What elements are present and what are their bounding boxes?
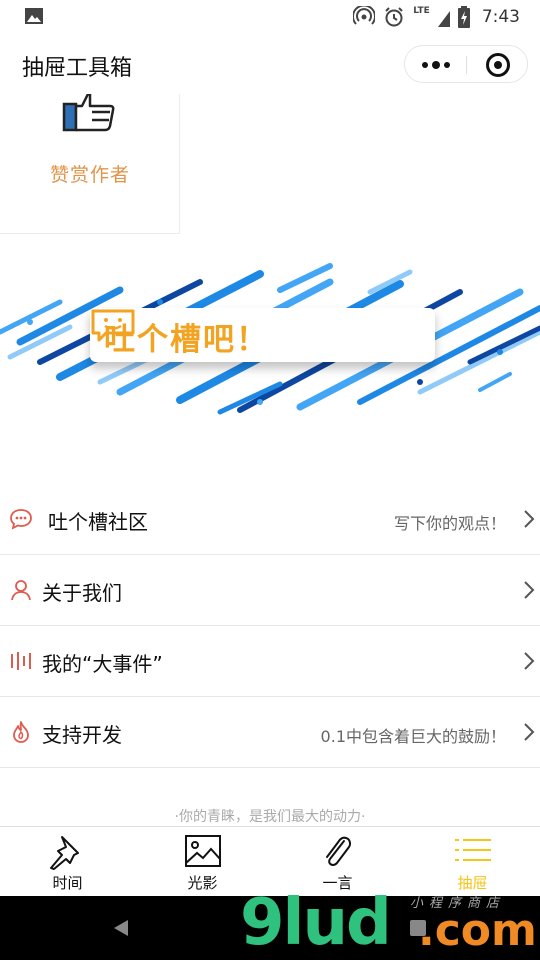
menu-item-events[interactable]: 我的“大事件”: [0, 626, 540, 697]
menu-item-hint: 写下你的观点！: [393, 514, 506, 533]
menu-item-label: 支持开发: [42, 723, 122, 747]
network-label: LTE: [413, 6, 430, 16]
banner-card: 吐个槽吧！: [90, 308, 435, 362]
footer-tagline: ·你的青睐，是我们最大的动力·: [174, 809, 366, 825]
list-icon: [454, 839, 491, 861]
feedback-banner[interactable]: 吐个槽吧！: [0, 262, 540, 422]
page-title: 抽屉工具箱: [22, 56, 133, 81]
title-bar: 抽屉工具箱: [0, 34, 540, 94]
back-icon[interactable]: [112, 918, 130, 938]
bars-icon: [11, 652, 31, 670]
menu-item-hint: 0.1中包含着巨大的鼓励！: [320, 727, 506, 746]
alarm-icon: [385, 7, 403, 27]
watermark-logo: 9lud .com 小程序商店: [240, 886, 540, 960]
menu-item-about[interactable]: 关于我们: [0, 555, 540, 626]
chevron-right-icon: [524, 723, 535, 741]
thumbs-up-icon: [62, 94, 115, 132]
signal-icon: [437, 11, 450, 27]
close-target-icon[interactable]: [467, 46, 529, 84]
chevron-right-icon: [524, 510, 535, 528]
flame-icon: [13, 721, 29, 743]
menu-list: 吐个槽社区 写下你的观点！ 关于我们 我的“大事件” 支持开发 0.1中包含着巨…: [0, 484, 540, 768]
tab-time[interactable]: 时间: [0, 827, 135, 896]
paperclip-icon: [325, 836, 351, 867]
chevron-right-icon: [524, 581, 535, 599]
battery-charging-icon: [457, 6, 470, 28]
status-bar: LTE 7:43: [0, 0, 540, 34]
menu-item-community[interactable]: 吐个槽社区 写下你的观点！: [0, 484, 540, 555]
chat-smile-icon: [91, 309, 135, 342]
more-dots-icon[interactable]: [405, 46, 467, 84]
menu-item-label: 吐个槽社区: [48, 510, 148, 534]
capsule-menu: [404, 45, 528, 83]
hotspot-icon: [353, 6, 376, 25]
image-icon: [25, 8, 43, 24]
chevron-right-icon: [524, 652, 535, 670]
menu-item-label: 我的“大事件”: [42, 652, 163, 676]
menu-item-label: 关于我们: [42, 581, 122, 605]
person-icon: [11, 580, 31, 601]
chat-bubble-icon: [10, 509, 32, 530]
praise-author-card[interactable]: 赞赏作者: [0, 94, 180, 234]
praise-author-label: 赞赏作者: [50, 164, 131, 186]
pin-icon: [49, 836, 79, 870]
status-time: 7:43: [481, 7, 520, 27]
watermark-main: 9lud: [240, 886, 392, 960]
tab-label: 时间: [52, 874, 83, 892]
watermark-small: 小程序商店: [410, 896, 506, 911]
menu-item-support[interactable]: 支持开发 0.1中包含着巨大的鼓励！: [0, 697, 540, 768]
picture-icon: [184, 835, 221, 867]
